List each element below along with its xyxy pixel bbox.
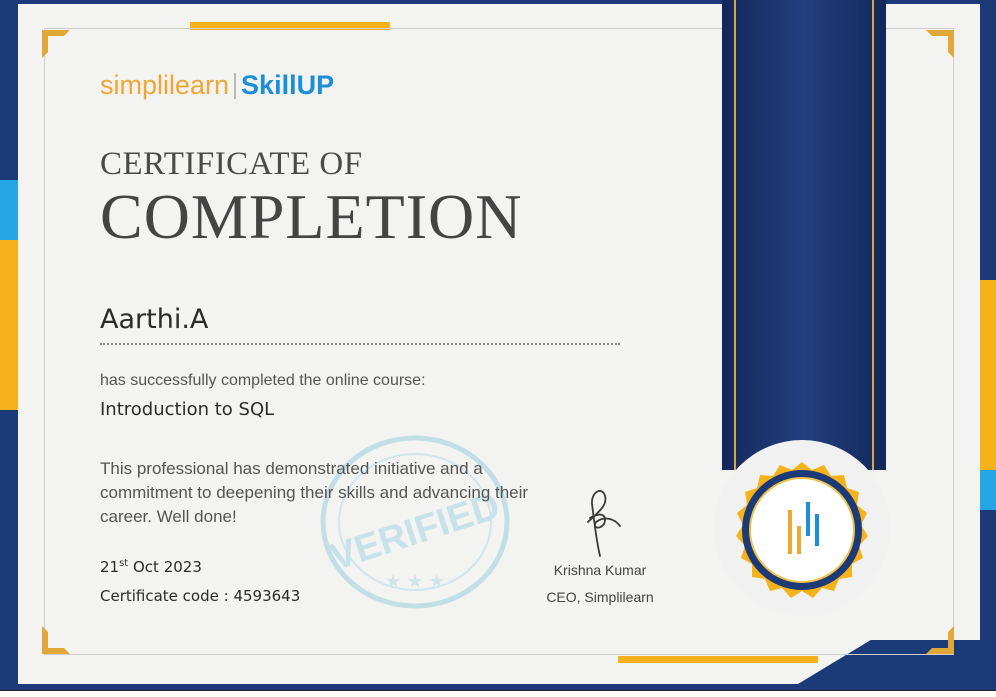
recipient-name: Aarthi.A bbox=[100, 304, 209, 335]
screen-bottom-edge bbox=[0, 690, 996, 697]
corner-ornament-top-left bbox=[42, 30, 70, 58]
brand-seal-icon bbox=[714, 440, 890, 616]
brand-name-simplilearn: simplilearn bbox=[100, 70, 230, 100]
issue-date-day: 21 bbox=[100, 558, 120, 576]
brand-logo: simplilearn SkillUP bbox=[100, 70, 334, 101]
svg-text:★ ★ ★: ★ ★ ★ bbox=[385, 571, 445, 592]
corner-ornament-top-right bbox=[926, 30, 954, 58]
certificate-frame: simplilearn SkillUP CERTIFICATE OF COMPL… bbox=[0, 0, 996, 690]
certificate-code: Certificate code : 4593643 bbox=[100, 587, 300, 605]
issue-date-month-year: Oct 2023 bbox=[128, 558, 202, 576]
course-name: Introduction to SQL bbox=[100, 399, 275, 420]
issue-date: 21st Oct 2023 bbox=[100, 558, 202, 576]
brand-divider bbox=[234, 72, 237, 99]
signatory-name: Krishna Kumar bbox=[553, 562, 647, 578]
paper-bottom-gold-bar bbox=[618, 656, 818, 663]
certificate-code-label: Certificate code : bbox=[100, 587, 234, 605]
certificate-title-line2: COMPLETION bbox=[100, 181, 523, 252]
brand-name-skillup: SkillUP bbox=[241, 70, 335, 100]
completed-statement: has successfully completed the online co… bbox=[100, 372, 426, 389]
corner-ornament-bottom-right bbox=[926, 626, 954, 654]
name-underline bbox=[100, 343, 620, 345]
achievement-description: This professional has demonstrated initi… bbox=[100, 459, 529, 526]
signature-image bbox=[587, 490, 621, 557]
corner-ornament-bottom-left bbox=[42, 626, 70, 654]
certificate-title-line1: CERTIFICATE OF bbox=[100, 146, 363, 182]
issue-date-suffix: st bbox=[119, 558, 129, 569]
ribbon-band bbox=[722, 0, 886, 470]
signatory-title: CEO, Simplilearn bbox=[546, 589, 654, 605]
certificate-code-value: 4593643 bbox=[233, 587, 301, 605]
